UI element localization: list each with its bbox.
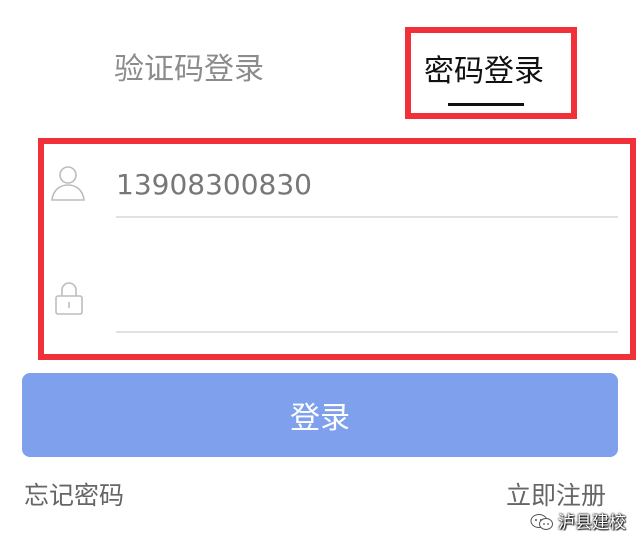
lock-icon (55, 282, 83, 315)
register-link[interactable]: 立即注册 (506, 479, 606, 513)
wechat-icon (530, 514, 553, 530)
password-input-underline (116, 331, 618, 333)
tab-sms-login[interactable]: 验证码登录 (114, 50, 264, 90)
phone-input[interactable] (116, 163, 616, 205)
watermark-text: 泸县建校 (558, 513, 626, 533)
watermark: 泸县建校 (530, 512, 636, 534)
login-button[interactable]: 登录 (22, 373, 618, 457)
user-icon (51, 166, 85, 201)
forgot-password-link[interactable]: 忘记密码 (24, 479, 124, 513)
password-input[interactable] (116, 277, 616, 319)
highlight-box-tab (405, 27, 577, 119)
phone-input-underline (116, 216, 618, 218)
